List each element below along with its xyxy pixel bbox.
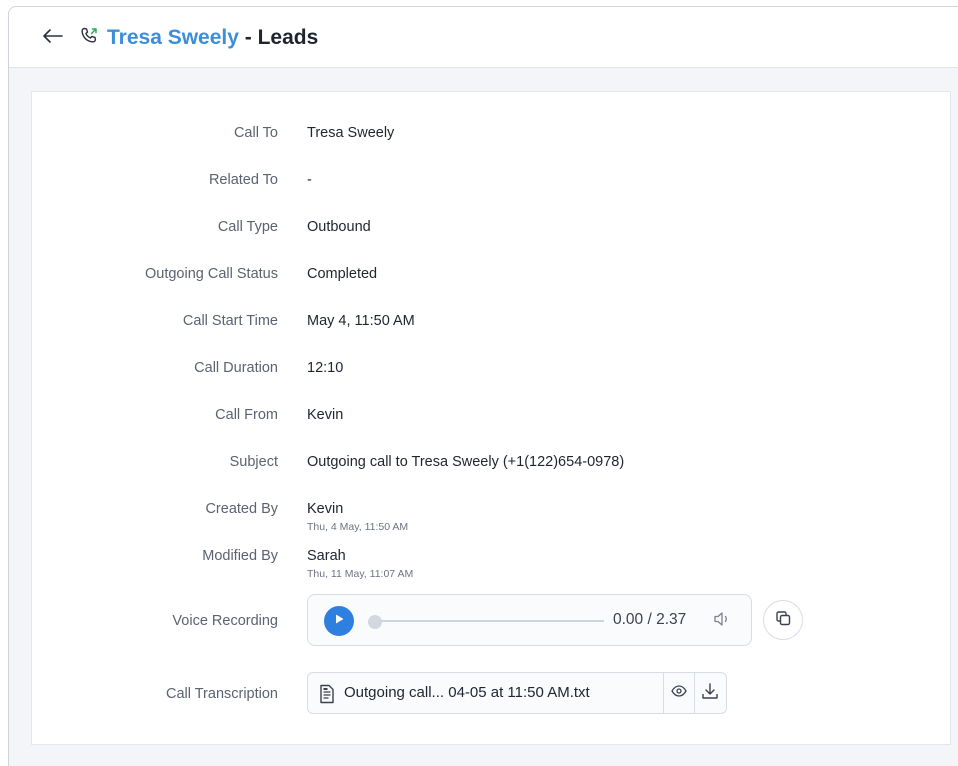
field-label: Call Transcription bbox=[165, 686, 278, 702]
field-value: Completed bbox=[307, 266, 378, 282]
transcription-file-name[interactable]: Outgoing call... 04-05 at 11:50 AM.txt bbox=[344, 684, 590, 701]
field-related-to: Related To - bbox=[32, 166, 952, 196]
seek-handle[interactable] bbox=[368, 615, 382, 629]
field-label: Outgoing Call Status bbox=[145, 266, 278, 282]
field-value: Tresa Sweely bbox=[307, 125, 395, 141]
volume-icon bbox=[713, 611, 731, 632]
outgoing-call-icon bbox=[79, 26, 99, 46]
field-value: Outgoing call to Tresa Sweely (+1(122)65… bbox=[307, 454, 625, 470]
call-details-window: Tresa Sweely - Leads Call To Tresa Sweel… bbox=[8, 6, 958, 766]
volume-button[interactable] bbox=[712, 611, 732, 631]
field-label: Call Duration bbox=[194, 360, 278, 376]
field-modified-by: Modified By Sarah Thu, 11 May, 11:07 AM bbox=[32, 542, 952, 582]
field-label: Call Start Time bbox=[182, 313, 278, 329]
field-value: May 4, 11:50 AM bbox=[307, 313, 415, 329]
module-name: Leads bbox=[257, 26, 319, 49]
arrow-left-icon bbox=[43, 28, 63, 48]
field-label: Call To bbox=[233, 125, 278, 141]
created-timestamp: Thu, 4 May, 11:50 AM bbox=[307, 521, 409, 533]
preview-button[interactable] bbox=[663, 673, 694, 713]
header: Tresa Sweely - Leads bbox=[9, 7, 958, 68]
field-label: Modified By bbox=[202, 548, 278, 564]
eye-icon bbox=[671, 684, 687, 702]
field-value: Outbound bbox=[307, 219, 371, 235]
field-value: Kevin bbox=[307, 407, 344, 423]
field-value: Kevin bbox=[307, 501, 344, 517]
lead-name-link[interactable]: Tresa Sweely bbox=[107, 26, 239, 49]
field-value: - bbox=[307, 172, 312, 188]
field-label: Call From bbox=[215, 407, 278, 423]
page-title: Tresa Sweely - Leads bbox=[107, 25, 318, 51]
copy-recording-button[interactable] bbox=[763, 600, 803, 640]
field-value: 12:10 bbox=[307, 360, 344, 376]
transcription-file: Outgoing call... 04-05 at 11:50 AM.txt bbox=[307, 672, 727, 714]
field-call-start-time: Call Start Time May 4, 11:50 AM bbox=[32, 307, 952, 337]
field-call-from: Call From Kevin bbox=[32, 401, 952, 431]
field-outgoing-call-status: Outgoing Call Status Completed bbox=[32, 260, 952, 290]
copy-icon bbox=[774, 609, 792, 632]
field-label: Voice Recording bbox=[172, 613, 278, 629]
field-call-duration: Call Duration 12:10 bbox=[32, 354, 952, 384]
modified-timestamp: Thu, 11 May, 11:07 AM bbox=[307, 568, 414, 580]
field-label: Call Type bbox=[217, 219, 278, 235]
field-label: Created By bbox=[205, 501, 278, 517]
field-call-type: Call Type Outbound bbox=[32, 213, 952, 243]
download-icon bbox=[701, 682, 719, 705]
text-file-icon bbox=[318, 684, 336, 704]
field-subject: Subject Outgoing call to Tresa Sweely (+… bbox=[32, 448, 952, 478]
play-icon bbox=[333, 612, 345, 630]
field-call-to: Call To Tresa Sweely bbox=[32, 119, 952, 149]
audio-player: 0.00 / 2.37 bbox=[307, 594, 752, 646]
field-value: Sarah bbox=[307, 548, 346, 564]
playback-time: 0.00 / 2.37 bbox=[613, 611, 687, 628]
seek-track bbox=[370, 620, 604, 622]
field-label: Related To bbox=[208, 172, 278, 188]
field-label: Subject bbox=[229, 454, 278, 470]
details-card: Call To Tresa Sweely Related To - Call T… bbox=[31, 91, 951, 745]
field-created-by: Created By Kevin Thu, 4 May, 11:50 AM bbox=[32, 495, 952, 535]
back-button[interactable] bbox=[41, 26, 65, 50]
seek-bar[interactable] bbox=[368, 615, 604, 629]
play-button[interactable] bbox=[324, 606, 354, 636]
download-button[interactable] bbox=[694, 673, 725, 713]
title-separator: - bbox=[238, 26, 258, 49]
